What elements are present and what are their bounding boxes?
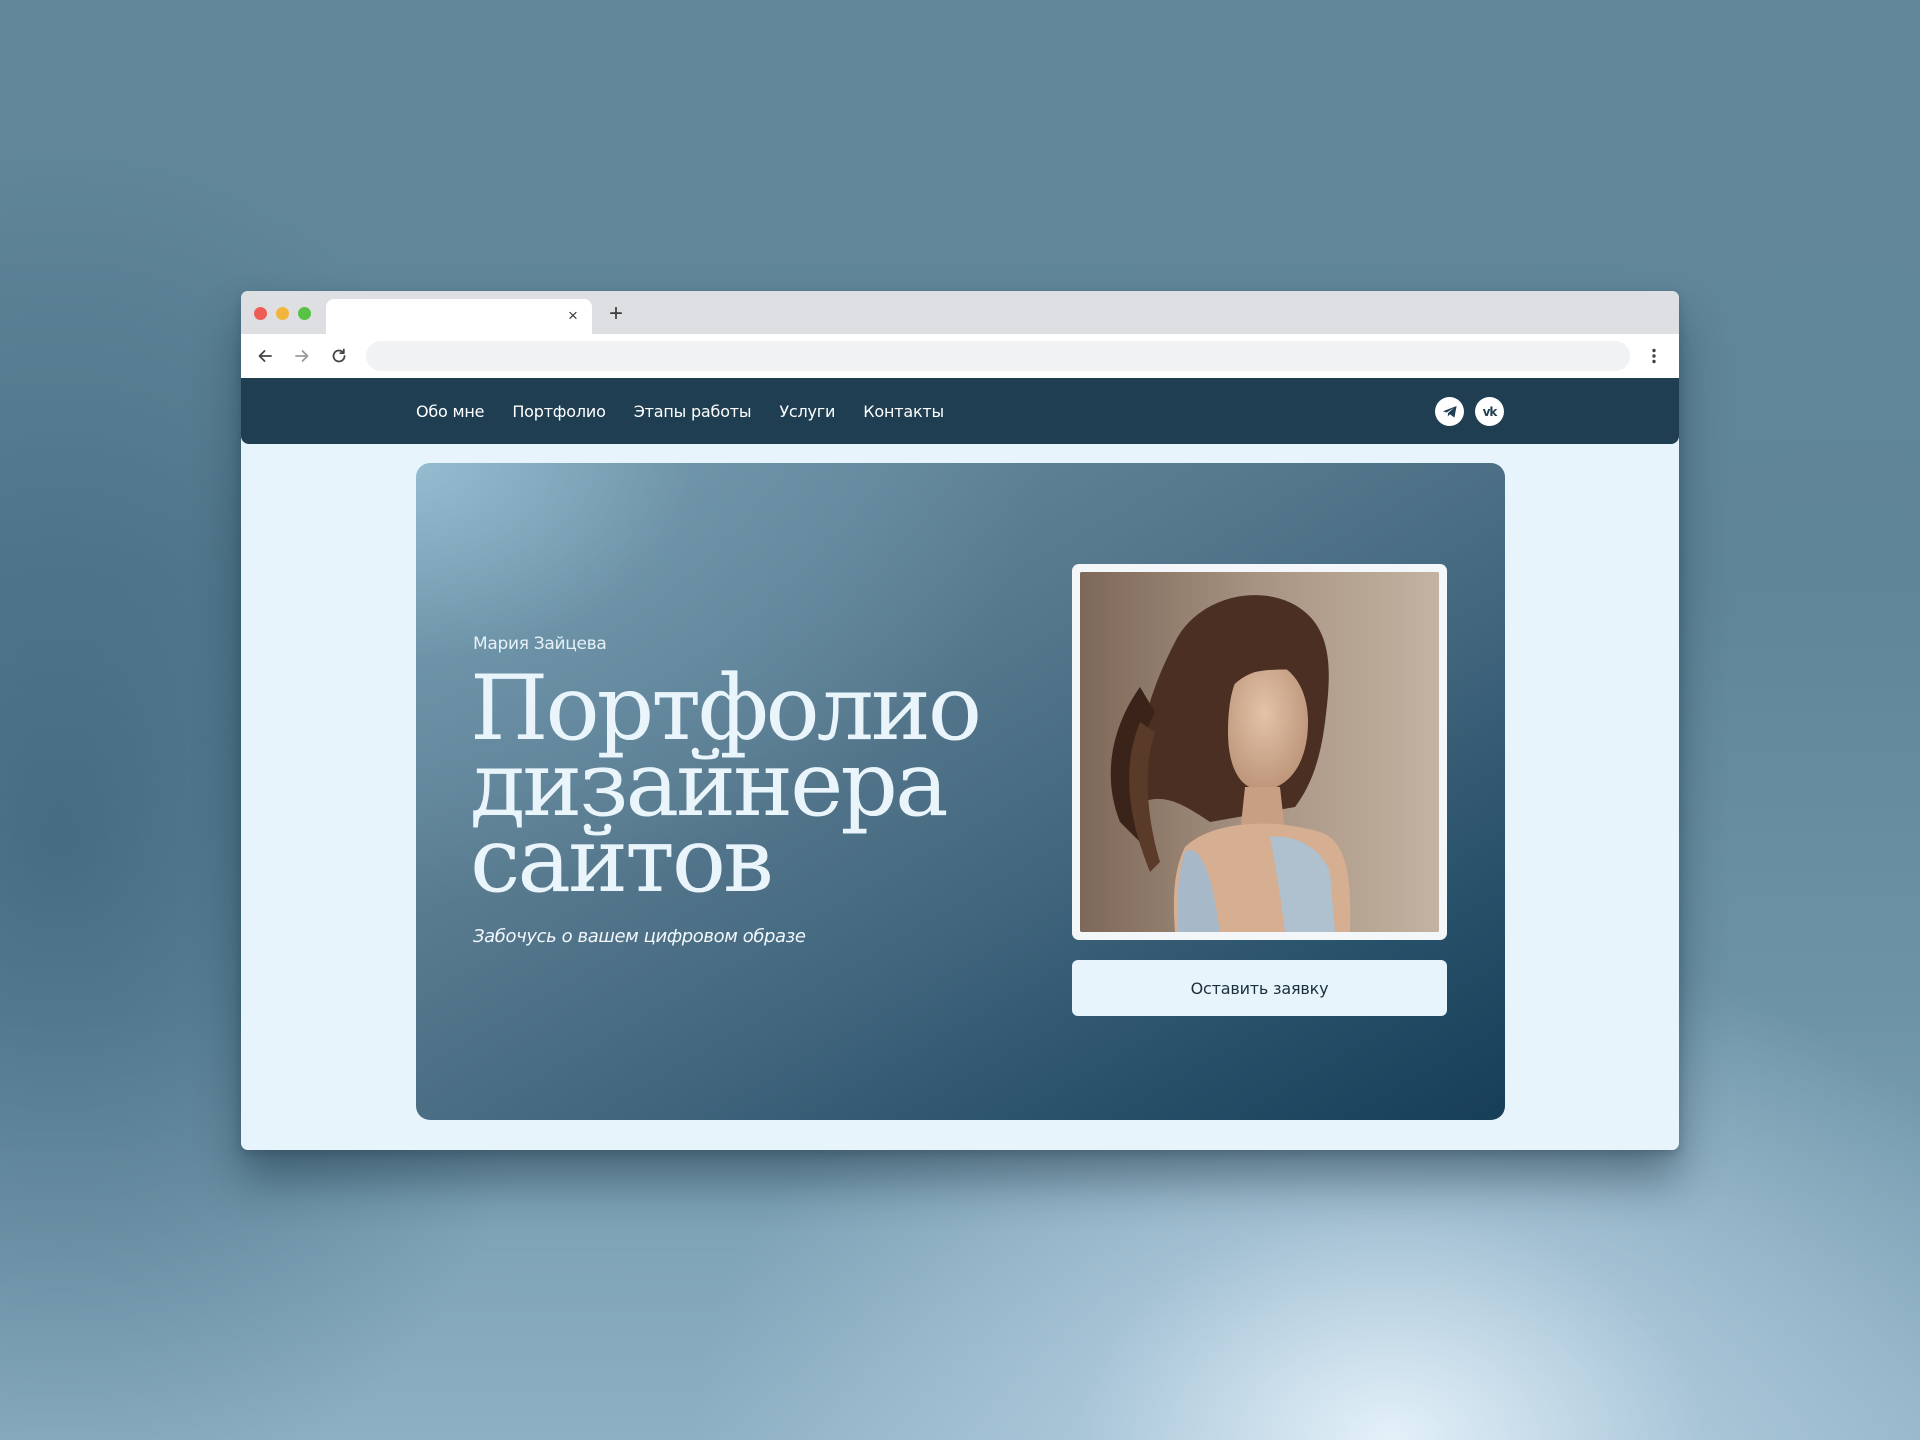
portrait-frame: [1072, 564, 1447, 940]
author-name: Мария Зайцева: [473, 634, 607, 654]
maximize-window-button[interactable]: [298, 307, 311, 320]
nav-item-about[interactable]: Обо мне: [416, 402, 485, 421]
nav-item-portfolio[interactable]: Портфолио: [512, 402, 606, 421]
minimize-window-button[interactable]: [276, 307, 289, 320]
portrait-photo: [1080, 572, 1439, 932]
portrait-illustration: [1080, 572, 1439, 932]
nav-item-work-stages[interactable]: Этапы работы: [634, 402, 752, 421]
telegram-icon[interactable]: [1435, 397, 1464, 426]
title-line-3: сайтов: [470, 808, 774, 913]
page-title: Портфолио дизайнера сайтов: [470, 664, 1030, 913]
site-navigation: Обо мне Портфолио Этапы работы Услуги Ко…: [241, 378, 1679, 444]
tagline: Забочусь о вашем цифровом образе: [473, 926, 806, 947]
tab-close-icon[interactable]: ×: [564, 307, 582, 325]
hero-card: Мария Зайцева Портфолио дизайнера сайтов…: [416, 463, 1505, 1120]
back-arrow-icon[interactable]: [253, 344, 277, 368]
address-bar[interactable]: [366, 341, 1630, 371]
vk-logo-glyph: vk: [1482, 404, 1498, 419]
browser-tab[interactable]: ×: [326, 299, 592, 334]
nav-menu: Обо мне Портфолио Этапы работы Услуги Ко…: [416, 378, 972, 444]
tab-strip: × +: [241, 291, 1679, 334]
browser-window: × + Обо мне Портфолио Этапы работы Услуг…: [241, 291, 1679, 1150]
close-window-button[interactable]: [254, 307, 267, 320]
vk-icon[interactable]: vk: [1475, 397, 1504, 426]
browser-toolbar: [241, 334, 1679, 378]
submit-request-button[interactable]: Оставить заявку: [1072, 960, 1447, 1016]
reload-icon[interactable]: [327, 344, 351, 368]
nav-item-contacts[interactable]: Контакты: [863, 402, 944, 421]
forward-arrow-icon[interactable]: [290, 344, 314, 368]
new-tab-button[interactable]: +: [605, 302, 627, 326]
nav-item-services[interactable]: Услуги: [779, 402, 835, 421]
more-vert-icon[interactable]: [1642, 344, 1666, 368]
